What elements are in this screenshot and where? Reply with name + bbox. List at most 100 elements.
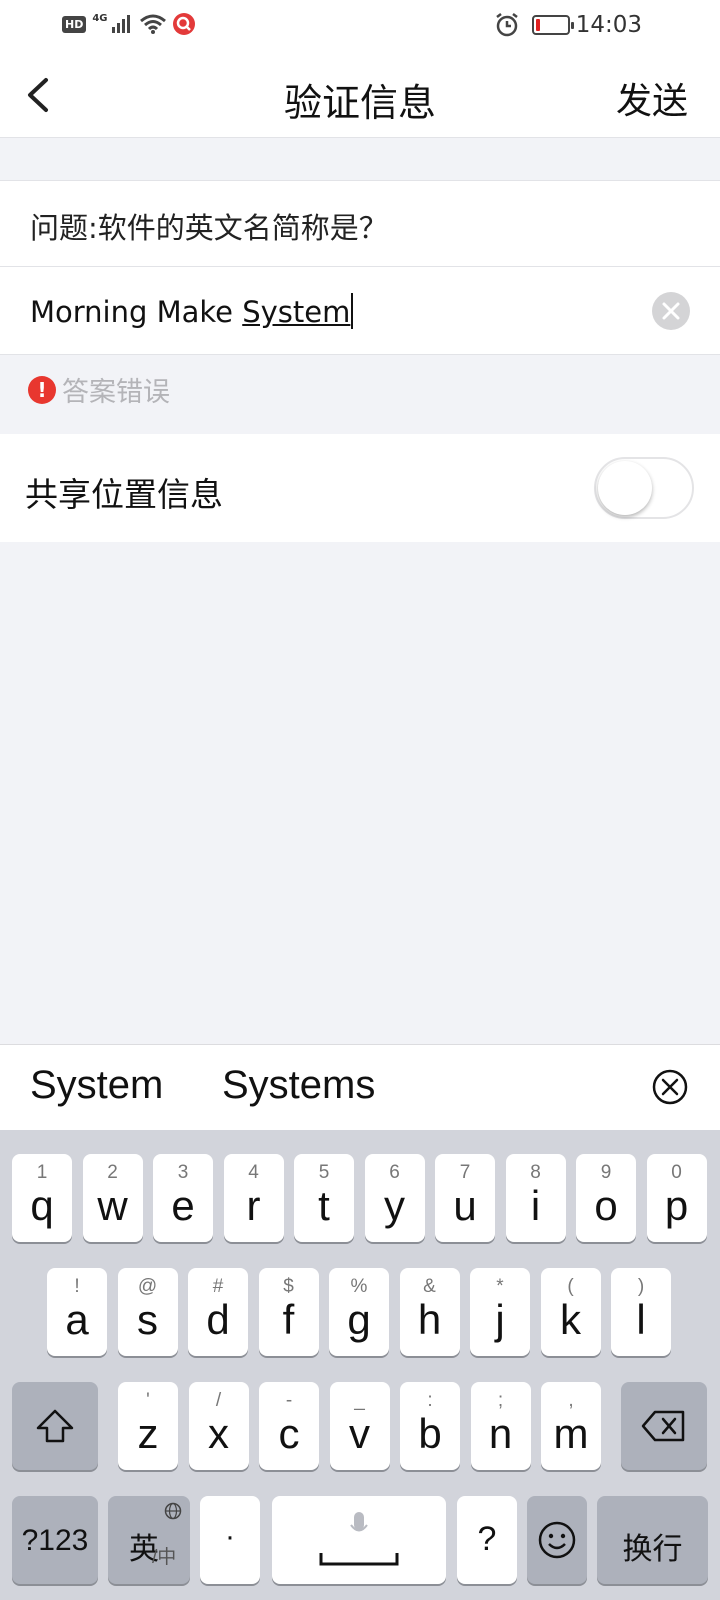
key-o[interactable]: 9o: [576, 1154, 636, 1242]
key-m[interactable]: ,m: [541, 1382, 601, 1470]
key-n[interactable]: ; n: [470, 1382, 531, 1470]
symbols-key[interactable]: ?123: [12, 1496, 98, 1584]
key-label: p: [664, 1182, 689, 1229]
send-button[interactable]: 发送: [616, 72, 688, 124]
keyboard: 1q2w3e4r5t6y7u8i9o0p ! a @ s # d $ f% g & h * j(k) l …: [0, 1130, 720, 1600]
space-key[interactable]: [272, 1496, 446, 1584]
key-secondary-label: *: [496, 1276, 504, 1297]
key-z[interactable]: ' z: [118, 1382, 178, 1470]
key-e[interactable]: 3e: [153, 1154, 213, 1242]
key-i[interactable]: 8i: [505, 1154, 566, 1242]
key-a[interactable]: ! a: [47, 1268, 107, 1356]
key-g[interactable]: % g: [329, 1268, 389, 1356]
key-c[interactable]: -c: [259, 1382, 319, 1470]
emoji-icon: [538, 1521, 576, 1559]
key-d[interactable]: # d: [188, 1268, 248, 1356]
share-location-label: 共享位置信息: [25, 475, 223, 514]
key-h[interactable]: & h: [399, 1268, 460, 1356]
key-v[interactable]: _ v: [329, 1382, 390, 1470]
key-w[interactable]: 2w: [82, 1154, 143, 1242]
key-s[interactable]: @ s: [117, 1268, 178, 1356]
space-bar-icon: [319, 1553, 399, 1566]
key-b[interactable]: :b: [400, 1382, 460, 1470]
hd-badge: HD: [62, 15, 87, 33]
backspace-icon: [641, 1410, 685, 1442]
key-secondary-label: 2: [107, 1162, 118, 1183]
question-text: 问题:软件的英文名简称是？: [30, 211, 388, 245]
key-label: v: [349, 1410, 370, 1457]
key-label: s: [137, 1296, 158, 1343]
key-secondary-label: 4: [248, 1162, 259, 1183]
key-p[interactable]: 0p: [646, 1154, 707, 1242]
key-secondary-label: ,: [568, 1390, 574, 1411]
key-x[interactable]: / x: [188, 1382, 249, 1470]
text-caret: [351, 293, 354, 329]
enter-key[interactable]: 换行: [597, 1496, 708, 1584]
key-label: l: [636, 1296, 646, 1343]
key-label: j: [495, 1296, 505, 1343]
key-f[interactable]: $ f: [258, 1268, 319, 1356]
battery-icon: [532, 15, 574, 35]
backspace-key[interactable]: [621, 1382, 707, 1470]
key-label: k: [560, 1296, 581, 1343]
key-label: f: [282, 1296, 295, 1343]
status-left: HD 4G: [62, 13, 195, 35]
answer-committed-text: Morning Make: [30, 295, 243, 329]
key-secondary-label: ': [146, 1390, 150, 1411]
question-mark-key[interactable]: ?: [457, 1496, 517, 1584]
nav-bar: 验证信息 发送: [0, 52, 720, 138]
key-k[interactable]: (k: [540, 1268, 601, 1356]
answer-field[interactable]: Morning Make System: [0, 267, 720, 355]
key-r[interactable]: 4r: [223, 1154, 284, 1242]
error-message: ! 答案错误: [28, 370, 170, 409]
suggestion-item[interactable]: Systems: [222, 1063, 375, 1108]
status-bar: HD 4G 14:03: [0, 0, 720, 52]
close-icon: [662, 302, 680, 320]
key-t[interactable]: 5t: [294, 1154, 354, 1242]
key-secondary-label: 1: [36, 1162, 48, 1183]
answer-composing-text: System: [242, 295, 351, 329]
key-q[interactable]: 1q: [12, 1154, 72, 1242]
answer-input[interactable]: Morning Make System: [30, 293, 354, 329]
key-l[interactable]: ) l: [611, 1268, 671, 1356]
key-secondary-label: /: [215, 1390, 222, 1411]
key-secondary-label: _: [354, 1390, 365, 1411]
key-secondary-label: !: [74, 1276, 80, 1297]
status-right: [494, 12, 574, 38]
key-label: h: [417, 1296, 442, 1343]
key-label: a: [65, 1296, 89, 1343]
enter-key-label: 换行: [622, 1533, 683, 1566]
alarm-icon: [496, 13, 518, 37]
key-u[interactable]: 7u: [435, 1154, 495, 1242]
key-secondary-label: $: [283, 1276, 294, 1297]
signal-icon: [111, 15, 130, 33]
period-key-label: ·: [225, 1520, 235, 1553]
dismiss-suggestions-button[interactable]: [650, 1067, 690, 1107]
key-secondary-label: 0: [671, 1162, 682, 1183]
key-secondary-label: 9: [600, 1162, 612, 1183]
key-label: y: [384, 1182, 405, 1229]
globe-icon: [164, 1502, 182, 1520]
wifi-icon: [139, 14, 166, 34]
key-label: n: [488, 1410, 513, 1457]
key-label: r: [246, 1182, 261, 1229]
period-key[interactable]: ·: [200, 1496, 260, 1584]
symbols-key-label: ?123: [21, 1524, 89, 1557]
key-secondary-label: 3: [177, 1162, 189, 1183]
key-label: u: [453, 1182, 477, 1229]
key-y[interactable]: 6y: [364, 1154, 425, 1242]
suggestion-bar: System Systems: [0, 1044, 720, 1130]
share-location-toggle[interactable]: [594, 457, 694, 519]
suggestion-item[interactable]: System: [30, 1063, 163, 1108]
key-label: g: [347, 1296, 371, 1343]
clear-input-button[interactable]: [652, 292, 690, 330]
key-j[interactable]: * j: [470, 1268, 530, 1356]
key-label: o: [594, 1182, 618, 1229]
key-label: c: [278, 1410, 300, 1457]
key-label: d: [206, 1296, 230, 1343]
emoji-key[interactable]: [527, 1496, 587, 1584]
shift-key[interactable]: [12, 1382, 98, 1470]
key-label: q: [30, 1182, 54, 1229]
language-switch-key[interactable]: 英 /中: [108, 1496, 190, 1584]
key-secondary-label: 6: [389, 1162, 400, 1183]
